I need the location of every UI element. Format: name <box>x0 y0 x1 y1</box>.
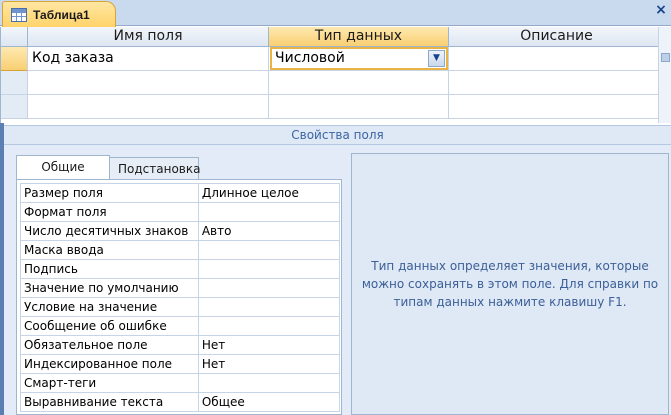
table-icon <box>11 7 27 22</box>
property-row[interactable]: Формат поля <box>20 202 341 222</box>
column-header-field-name[interactable]: Имя поля <box>28 27 269 47</box>
document-tab-label: Таблица1 <box>33 7 90 22</box>
column-header-description[interactable]: Описание <box>449 27 665 47</box>
property-name: Подпись <box>20 259 199 279</box>
field-properties-pane: Общие Подстановка Размер поля Длинное цел… <box>4 145 671 415</box>
property-row[interactable]: Сообщение об ошибке <box>20 316 341 336</box>
grid-header: Имя поля Тип данных Описание <box>1 27 671 47</box>
document-tab-strip: Таблица1 × <box>0 0 671 27</box>
property-value[interactable]: Нет <box>197 354 341 374</box>
help-text: Тип данных определяет значения, которые … <box>361 259 659 309</box>
property-name: Обязательное поле <box>20 335 199 355</box>
property-name: Индексированное поле <box>20 354 199 374</box>
help-text-box: Тип данных определяет значения, которые … <box>351 153 669 415</box>
property-row[interactable]: Число десятичных знаков Авто <box>20 221 341 241</box>
property-value[interactable] <box>197 202 341 222</box>
close-icon[interactable]: × <box>653 2 669 18</box>
property-row[interactable]: Обязательное поле Нет <box>20 335 341 355</box>
property-value[interactable] <box>197 373 341 393</box>
property-name: Число десятичных знаков <box>20 221 199 241</box>
description-cell[interactable] <box>449 47 665 71</box>
property-row[interactable]: Маска ввода <box>20 240 341 260</box>
data-type-value: Числовой <box>275 50 345 66</box>
property-tabs: Общие Подстановка <box>16 155 200 180</box>
property-name: Выравнивание текста <box>20 392 199 412</box>
data-type-cell[interactable] <box>269 95 449 119</box>
property-value[interactable]: Авто <box>197 221 341 241</box>
field-name-cell[interactable] <box>28 95 269 119</box>
property-name: Формат поля <box>20 202 199 222</box>
description-cell[interactable] <box>449 95 665 119</box>
property-value[interactable] <box>197 240 341 260</box>
description-cell[interactable] <box>449 71 665 95</box>
field-design-grid: Имя поля Тип данных Описание Код заказа … <box>0 27 671 123</box>
property-value[interactable]: Длинное целое <box>197 183 341 203</box>
row-selector-active[interactable] <box>1 47 28 71</box>
property-name: Смарт-теги <box>20 373 199 393</box>
vertical-scrollbar[interactable] <box>658 27 671 123</box>
table-row[interactable]: Код заказа Числовой ▼ <box>1 47 671 71</box>
property-row[interactable]: Значение по умолчанию <box>20 278 341 298</box>
property-row[interactable]: Размер поля Длинное целое <box>20 183 341 203</box>
property-name: Маска ввода <box>20 240 199 260</box>
property-value[interactable]: Общее <box>197 392 341 412</box>
row-selector[interactable] <box>1 71 28 95</box>
property-value[interactable] <box>197 316 341 336</box>
header-row-selector <box>1 27 28 47</box>
property-row[interactable]: Условие на значение <box>20 297 341 317</box>
column-header-data-type[interactable]: Тип данных <box>269 27 449 47</box>
property-name: Размер поля <box>20 183 199 203</box>
property-name: Условие на значение <box>20 297 199 317</box>
data-type-cell[interactable]: Числовой ▼ <box>269 47 449 71</box>
tab-general[interactable]: Общие <box>16 155 110 180</box>
property-row[interactable]: Выравнивание текста Общее <box>20 392 341 412</box>
property-value[interactable]: Нет <box>197 335 341 355</box>
row-selector[interactable] <box>1 95 28 119</box>
data-type-cell[interactable] <box>269 71 449 95</box>
document-tab-table1[interactable]: Таблица1 <box>2 1 116 27</box>
field-properties-title: Свойства поля <box>4 125 671 145</box>
property-row[interactable]: Подпись <box>20 259 341 279</box>
table-row[interactable] <box>1 71 671 95</box>
property-sheet: Размер поля Длинное целое Формат поля Число… <box>16 179 342 415</box>
property-name: Значение по умолчанию <box>20 278 199 298</box>
property-value[interactable] <box>197 278 341 298</box>
chevron-down-icon[interactable]: ▼ <box>428 50 445 67</box>
table-row[interactable] <box>1 95 671 119</box>
property-value[interactable] <box>197 259 341 279</box>
scrollbar-thumb[interactable] <box>661 53 670 62</box>
field-name-cell[interactable]: Код заказа <box>28 47 269 71</box>
property-row[interactable]: Смарт-теги <box>20 373 341 393</box>
data-type-combobox[interactable]: Числовой ▼ <box>270 47 448 70</box>
property-row[interactable]: Индексированное поле Нет <box>20 354 341 374</box>
property-name: Сообщение об ошибке <box>20 316 199 336</box>
property-value[interactable] <box>197 297 341 317</box>
tab-lookup[interactable]: Подстановка <box>109 157 200 180</box>
property-table: Размер поля Длинное целое Формат поля Число… <box>20 183 341 412</box>
field-name-cell[interactable] <box>28 71 269 95</box>
